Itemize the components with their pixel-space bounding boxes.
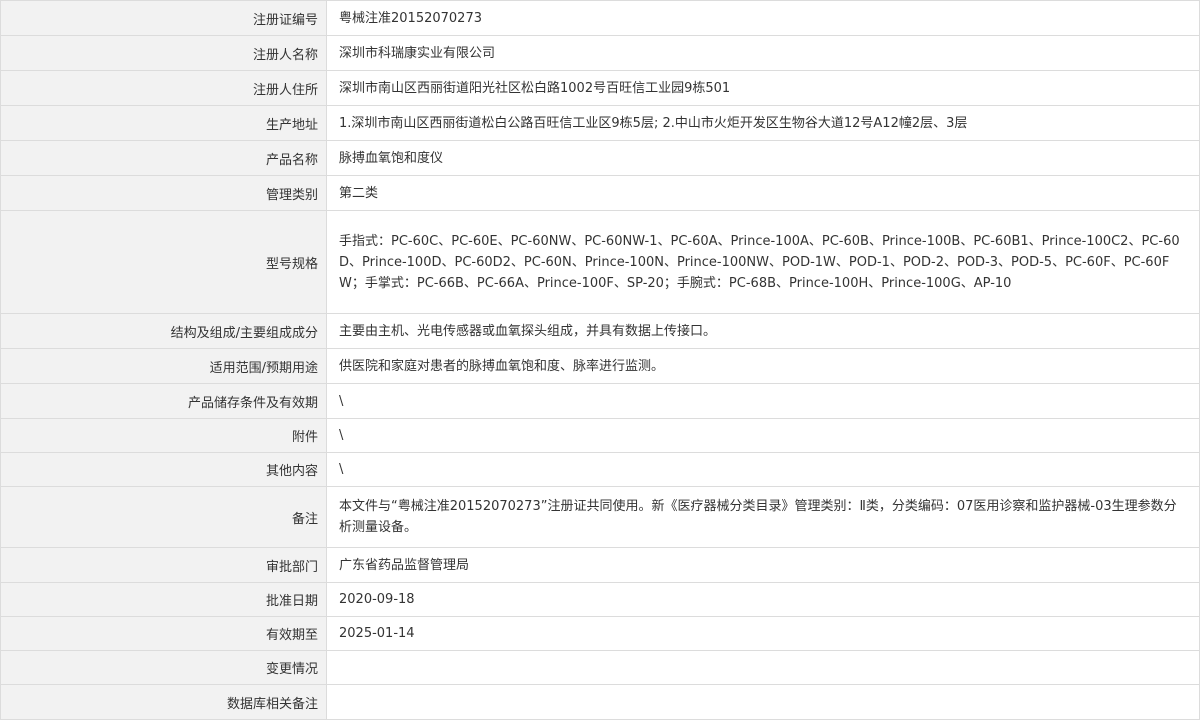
field-value: 主要由主机、光电传感器或血氧探头组成，并具有数据上传接口。 (326, 313, 1200, 349)
field-label: 注册人名称 (0, 35, 327, 71)
field-value: 手指式：PC-60C、PC-60E、PC-60NW、PC-60NW-1、PC-6… (326, 210, 1200, 314)
field-label: 数据库相关备注 (0, 684, 327, 720)
table-row: 管理类别 第二类 (0, 175, 1200, 211)
field-label: 生产地址 (0, 105, 327, 141)
table-row: 备注 本文件与“粤械注准20152070273”注册证共同使用。新《医疗器械分类… (0, 486, 1200, 548)
field-value: \ (326, 418, 1200, 453)
field-label: 附件 (0, 418, 327, 453)
table-row: 注册人住所 深圳市南山区西丽街道阳光社区松白路1002号百旺信工业园9栋501 (0, 70, 1200, 106)
field-label: 批准日期 (0, 582, 327, 617)
field-label: 注册证编号 (0, 0, 327, 36)
field-value: 2020-09-18 (326, 582, 1200, 617)
table-row: 注册人名称 深圳市科瑞康实业有限公司 (0, 35, 1200, 71)
field-value: 2025-01-14 (326, 616, 1200, 651)
table-row: 数据库相关备注 (0, 684, 1200, 720)
field-label: 适用范围/预期用途 (0, 348, 327, 384)
table-row: 生产地址 1.深圳市南山区西丽街道松白公路百旺信工业区9栋5层; 2.中山市火炬… (0, 105, 1200, 141)
field-value (326, 650, 1200, 685)
field-label: 注册人住所 (0, 70, 327, 106)
registration-record-table: 注册证编号 粤械注准20152070273 注册人名称 深圳市科瑞康实业有限公司… (0, 0, 1200, 720)
field-value: 广东省药品监督管理局 (326, 547, 1200, 583)
table-row: 审批部门 广东省药品监督管理局 (0, 547, 1200, 583)
table-row: 产品储存条件及有效期 \ (0, 383, 1200, 419)
table-row: 型号规格 手指式：PC-60C、PC-60E、PC-60NW、PC-60NW-1… (0, 210, 1200, 314)
field-value: 深圳市南山区西丽街道阳光社区松白路1002号百旺信工业园9栋501 (326, 70, 1200, 106)
field-value: 深圳市科瑞康实业有限公司 (326, 35, 1200, 71)
table-row: 产品名称 脉搏血氧饱和度仪 (0, 140, 1200, 176)
table-row: 有效期至 2025-01-14 (0, 616, 1200, 651)
field-label: 结构及组成/主要组成成分 (0, 313, 327, 349)
field-label: 产品名称 (0, 140, 327, 176)
field-value: 本文件与“粤械注准20152070273”注册证共同使用。新《医疗器械分类目录》… (326, 486, 1200, 548)
field-label: 备注 (0, 486, 327, 548)
field-value: \ (326, 383, 1200, 419)
table-row: 附件 \ (0, 418, 1200, 453)
field-label: 型号规格 (0, 210, 327, 314)
table-row: 注册证编号 粤械注准20152070273 (0, 0, 1200, 36)
field-value: 粤械注准20152070273 (326, 0, 1200, 36)
field-label: 变更情况 (0, 650, 327, 685)
field-value: 脉搏血氧饱和度仪 (326, 140, 1200, 176)
table-row: 其他内容 \ (0, 452, 1200, 487)
field-label: 审批部门 (0, 547, 327, 583)
field-label: 管理类别 (0, 175, 327, 211)
field-value: 供医院和家庭对患者的脉搏血氧饱和度、脉率进行监测。 (326, 348, 1200, 384)
field-label: 产品储存条件及有效期 (0, 383, 327, 419)
field-value: 1.深圳市南山区西丽街道松白公路百旺信工业区9栋5层; 2.中山市火炬开发区生物… (326, 105, 1200, 141)
field-value (326, 684, 1200, 720)
field-label: 有效期至 (0, 616, 327, 651)
table-row: 批准日期 2020-09-18 (0, 582, 1200, 617)
field-value: 第二类 (326, 175, 1200, 211)
table-row: 适用范围/预期用途 供医院和家庭对患者的脉搏血氧饱和度、脉率进行监测。 (0, 348, 1200, 384)
table-row: 变更情况 (0, 650, 1200, 685)
field-value: \ (326, 452, 1200, 487)
table-row: 结构及组成/主要组成成分 主要由主机、光电传感器或血氧探头组成，并具有数据上传接… (0, 313, 1200, 349)
field-label: 其他内容 (0, 452, 327, 487)
